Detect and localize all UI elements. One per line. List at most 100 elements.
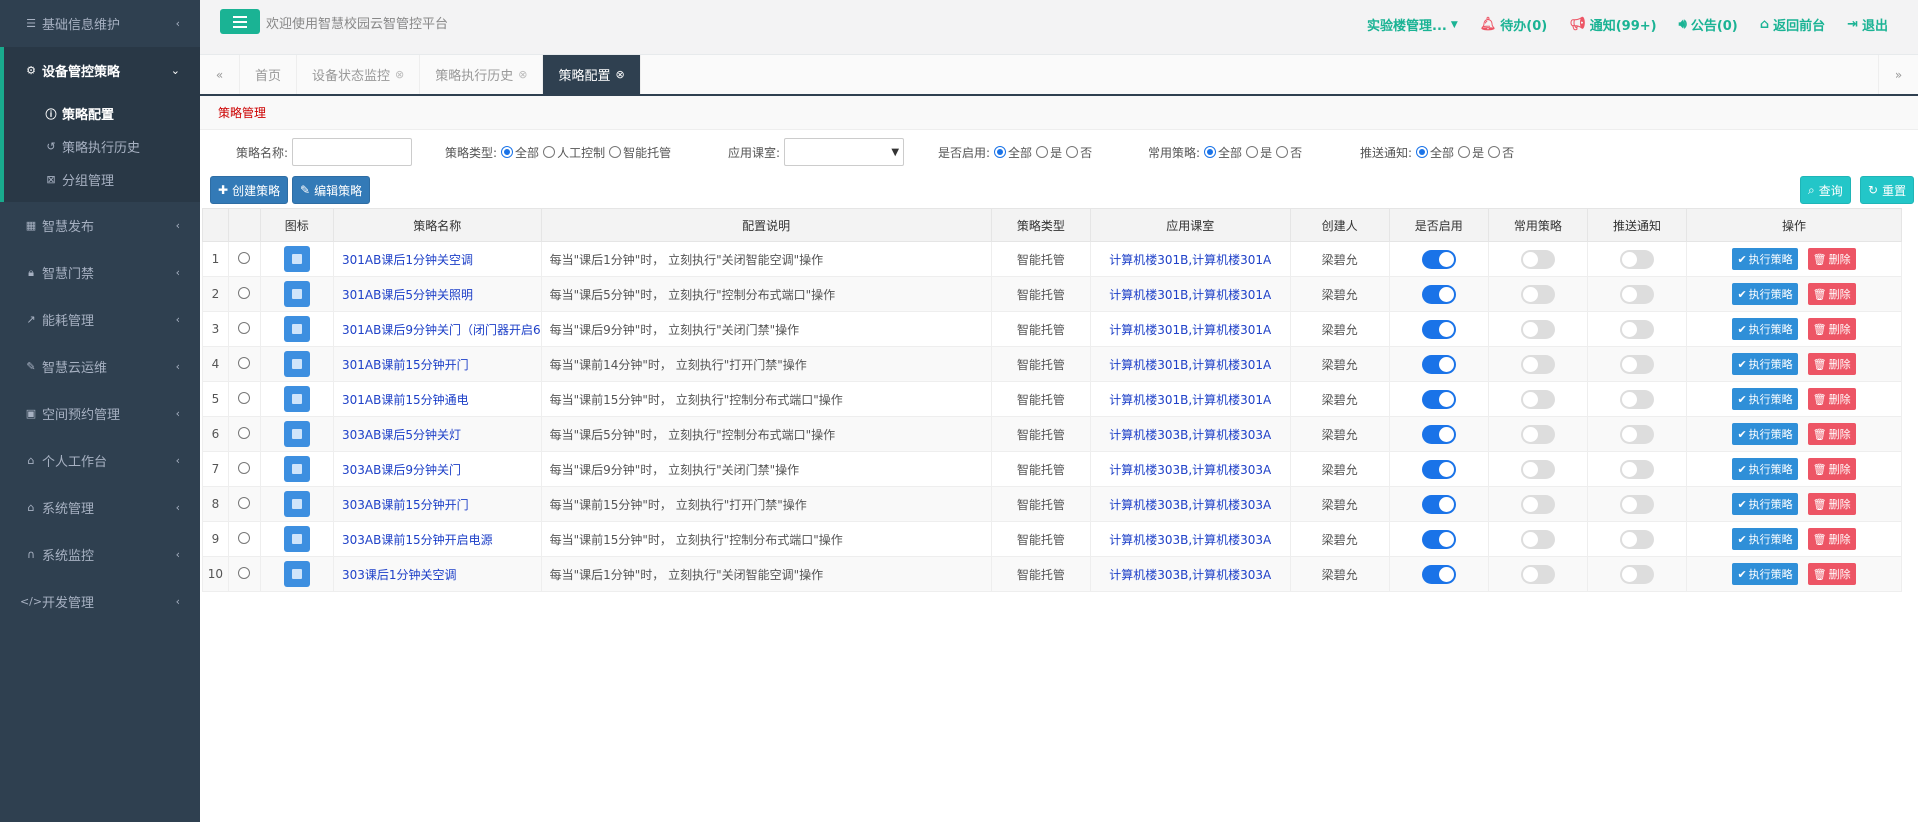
table-row[interactable]: 3 301AB课后9分钟关门（闭门器开启6 每当"课后9分钟"时， 立刻执行"关闭门… bbox=[202, 311, 1902, 347]
radio-push-yes[interactable]: 是 bbox=[1458, 144, 1484, 161]
search-button[interactable]: ⌕ 查询 bbox=[1800, 176, 1851, 204]
delete-button[interactable]: 🗑︎ 删除 bbox=[1807, 528, 1856, 550]
common-toggle[interactable] bbox=[1520, 564, 1555, 584]
delete-button[interactable]: 🗑︎ 删除 bbox=[1807, 493, 1856, 515]
delete-button[interactable]: 🗑︎ 删除 bbox=[1807, 423, 1856, 445]
sidebar-item-smart-access[interactable]: 🔒︎ 智慧门禁 ‹ bbox=[0, 249, 200, 296]
enabled-toggle[interactable] bbox=[1421, 389, 1456, 409]
row-select-radio[interactable] bbox=[227, 451, 261, 487]
row-select-radio[interactable] bbox=[227, 346, 261, 382]
column-header[interactable]: 配置说明 bbox=[540, 208, 992, 242]
sidebar-subitem-policy-config[interactable]: ⓘ 策略配置 bbox=[4, 97, 200, 130]
row-select-radio[interactable] bbox=[227, 556, 261, 592]
table-row[interactable]: 1 301AB课后1分钟关空调 每当"课后1分钟"时， 立刻执行"关闭智能空调"操作… bbox=[202, 241, 1902, 277]
policy-name-link[interactable]: 301AB课前15分钟开门 bbox=[332, 346, 542, 382]
enabled-toggle[interactable] bbox=[1421, 354, 1456, 374]
announcement-link[interactable]: 🔊︎ 公告(0) bbox=[1679, 15, 1738, 34]
radio-common-yes[interactable]: 是 bbox=[1246, 144, 1272, 161]
radio-type-manual[interactable]: 人工控制 bbox=[543, 144, 605, 161]
common-toggle[interactable] bbox=[1520, 284, 1555, 304]
reset-button[interactable]: ↻ 重置 bbox=[1860, 176, 1915, 204]
delete-button[interactable]: 🗑︎ 删除 bbox=[1807, 563, 1856, 585]
common-toggle[interactable] bbox=[1520, 494, 1555, 514]
push-toggle[interactable] bbox=[1620, 389, 1655, 409]
sidebar-item-space-booking[interactable]: ▣ 空间预约管理 ‹ bbox=[0, 390, 200, 437]
row-select-radio[interactable] bbox=[227, 416, 261, 452]
table-row[interactable]: 9 303AB课前15分钟开启电源 每当"课前15分钟"时， 立刻执行"控制分布式端… bbox=[202, 521, 1902, 557]
delete-button[interactable]: 🗑︎ 删除 bbox=[1807, 283, 1856, 305]
push-toggle[interactable] bbox=[1620, 564, 1655, 584]
common-toggle[interactable] bbox=[1520, 389, 1555, 409]
common-toggle[interactable] bbox=[1520, 424, 1555, 444]
row-select-radio[interactable] bbox=[227, 381, 261, 417]
enabled-toggle[interactable] bbox=[1421, 284, 1456, 304]
execute-policy-button[interactable]: ✔ 执行策略 bbox=[1732, 423, 1798, 445]
delete-button[interactable]: 🗑︎ 删除 bbox=[1807, 458, 1856, 480]
radio-enabled-yes[interactable]: 是 bbox=[1036, 144, 1062, 161]
row-select-radio[interactable] bbox=[227, 521, 261, 557]
sidebar-item-dev[interactable]: </> 开发管理 ‹ bbox=[0, 578, 200, 625]
policy-name-input[interactable] bbox=[292, 138, 413, 166]
table-row[interactable]: 8 303AB课前15分钟开门 每当"课前15分钟"时， 立刻执行"打开门禁"操作智… bbox=[202, 486, 1902, 522]
enabled-toggle[interactable] bbox=[1421, 249, 1456, 269]
tab-scroll-left-button[interactable]: « bbox=[200, 55, 240, 94]
push-toggle[interactable] bbox=[1620, 494, 1655, 514]
execute-policy-button[interactable]: ✔ 执行策略 bbox=[1732, 388, 1798, 410]
radio-type-smart[interactable]: 智能托管 bbox=[609, 144, 671, 161]
table-row[interactable]: 2 301AB课后5分钟关照明 每当"课后5分钟"时， 立刻执行"控制分布式端口"操… bbox=[202, 276, 1902, 312]
table-row[interactable]: 10 303课后1分钟关空调 每当"课后1分钟"时， 立刻执行"关闭智能空调"操作智… bbox=[202, 556, 1902, 592]
execute-policy-button[interactable]: ✔ 执行策略 bbox=[1732, 458, 1798, 480]
table-row[interactable]: 4 301AB课前15分钟开门 每当"课前14分钟"时， 立刻执行"打开门禁"操作智… bbox=[202, 346, 1902, 382]
edit-policy-button[interactable]: ✎ 编辑策略 bbox=[292, 176, 371, 204]
delete-button[interactable]: 🗑︎ 删除 bbox=[1807, 388, 1856, 410]
enabled-toggle[interactable] bbox=[1421, 459, 1456, 479]
policy-name-link[interactable]: 301AB课前15分钟通电 bbox=[332, 381, 542, 417]
radio-enabled-all[interactable]: 全部 bbox=[994, 144, 1032, 161]
common-toggle[interactable] bbox=[1520, 249, 1555, 269]
radio-common-all[interactable]: 全部 bbox=[1204, 144, 1242, 161]
close-icon[interactable]: ⊗ bbox=[616, 68, 625, 81]
sidebar-item-device-policy[interactable]: ⚙ 设备管控策略 ⌄ bbox=[0, 47, 200, 93]
sidebar-item-monitor[interactable]: ∩ 系统监控 ‹ bbox=[0, 531, 200, 578]
execute-policy-button[interactable]: ✔ 执行策略 bbox=[1732, 248, 1798, 270]
push-toggle[interactable] bbox=[1620, 319, 1655, 339]
table-row[interactable]: 6 303AB课后5分钟关灯 每当"课后5分钟"时， 立刻执行"控制分布式端口"操作… bbox=[202, 416, 1902, 452]
execute-policy-button[interactable]: ✔ 执行策略 bbox=[1732, 353, 1798, 375]
execute-policy-button[interactable]: ✔ 执行策略 bbox=[1732, 318, 1798, 340]
radio-push-all[interactable]: 全部 bbox=[1416, 144, 1454, 161]
column-header[interactable]: 应用课室 bbox=[1089, 208, 1291, 242]
column-header[interactable]: 是否启用 bbox=[1388, 208, 1489, 242]
sidebar-item-cloud-ops[interactable]: ✎ 智慧云运维 ‹ bbox=[0, 343, 200, 390]
execute-policy-button[interactable]: ✔ 执行策略 bbox=[1732, 528, 1798, 550]
column-header[interactable]: 推送通知 bbox=[1586, 208, 1688, 242]
tab-policy-history[interactable]: 策略执行历史 ⊗ bbox=[420, 55, 544, 94]
sidebar-item-system[interactable]: ⌂ 系统管理 ‹ bbox=[0, 484, 200, 531]
sidebar-item-smart-publish[interactable]: ▦ 智慧发布 ‹ bbox=[0, 202, 200, 249]
common-toggle[interactable] bbox=[1520, 459, 1555, 479]
delete-button[interactable]: 🗑︎ 删除 bbox=[1807, 318, 1856, 340]
column-header[interactable]: 常用策略 bbox=[1487, 208, 1588, 242]
execute-policy-button[interactable]: ✔ 执行策略 bbox=[1732, 493, 1798, 515]
common-toggle[interactable] bbox=[1520, 529, 1555, 549]
column-header[interactable]: 策略类型 bbox=[990, 208, 1091, 242]
notice-link[interactable]: 📢︎ 通知(99+) bbox=[1569, 15, 1656, 34]
policy-name-link[interactable]: 303AB课后5分钟关灯 bbox=[332, 416, 542, 452]
user-menu[interactable]: 实验楼管理... ▼ bbox=[1367, 15, 1458, 34]
policy-name-link[interactable]: 301AB课后1分钟关空调 bbox=[332, 241, 542, 277]
tab-scroll-right-button[interactable]: » bbox=[1878, 55, 1918, 94]
push-toggle[interactable] bbox=[1620, 249, 1655, 269]
menu-toggle-button[interactable] bbox=[220, 9, 260, 34]
enabled-toggle[interactable] bbox=[1421, 319, 1456, 339]
tab-device-status[interactable]: 设备状态监控 ⊗ bbox=[297, 55, 421, 94]
column-header[interactable]: 创建人 bbox=[1289, 208, 1390, 242]
execute-policy-button[interactable]: ✔ 执行策略 bbox=[1732, 283, 1798, 305]
sidebar-subitem-group-manage[interactable]: ⊠ 分组管理 bbox=[4, 163, 200, 196]
enabled-toggle[interactable] bbox=[1421, 494, 1456, 514]
row-select-radio[interactable] bbox=[227, 311, 261, 347]
enabled-toggle[interactable] bbox=[1421, 564, 1456, 584]
create-policy-button[interactable]: ✚ 创建策略 bbox=[210, 176, 289, 204]
sidebar-item-basic-info[interactable]: ☰ 基础信息维护 ‹ bbox=[0, 0, 200, 47]
tab-policy-config[interactable]: 策略配置 ⊗ bbox=[543, 55, 641, 94]
row-select-radio[interactable] bbox=[227, 241, 261, 277]
table-row[interactable]: 5 301AB课前15分钟通电 每当"课前15分钟"时， 立刻执行"控制分布式端口"… bbox=[202, 381, 1902, 417]
